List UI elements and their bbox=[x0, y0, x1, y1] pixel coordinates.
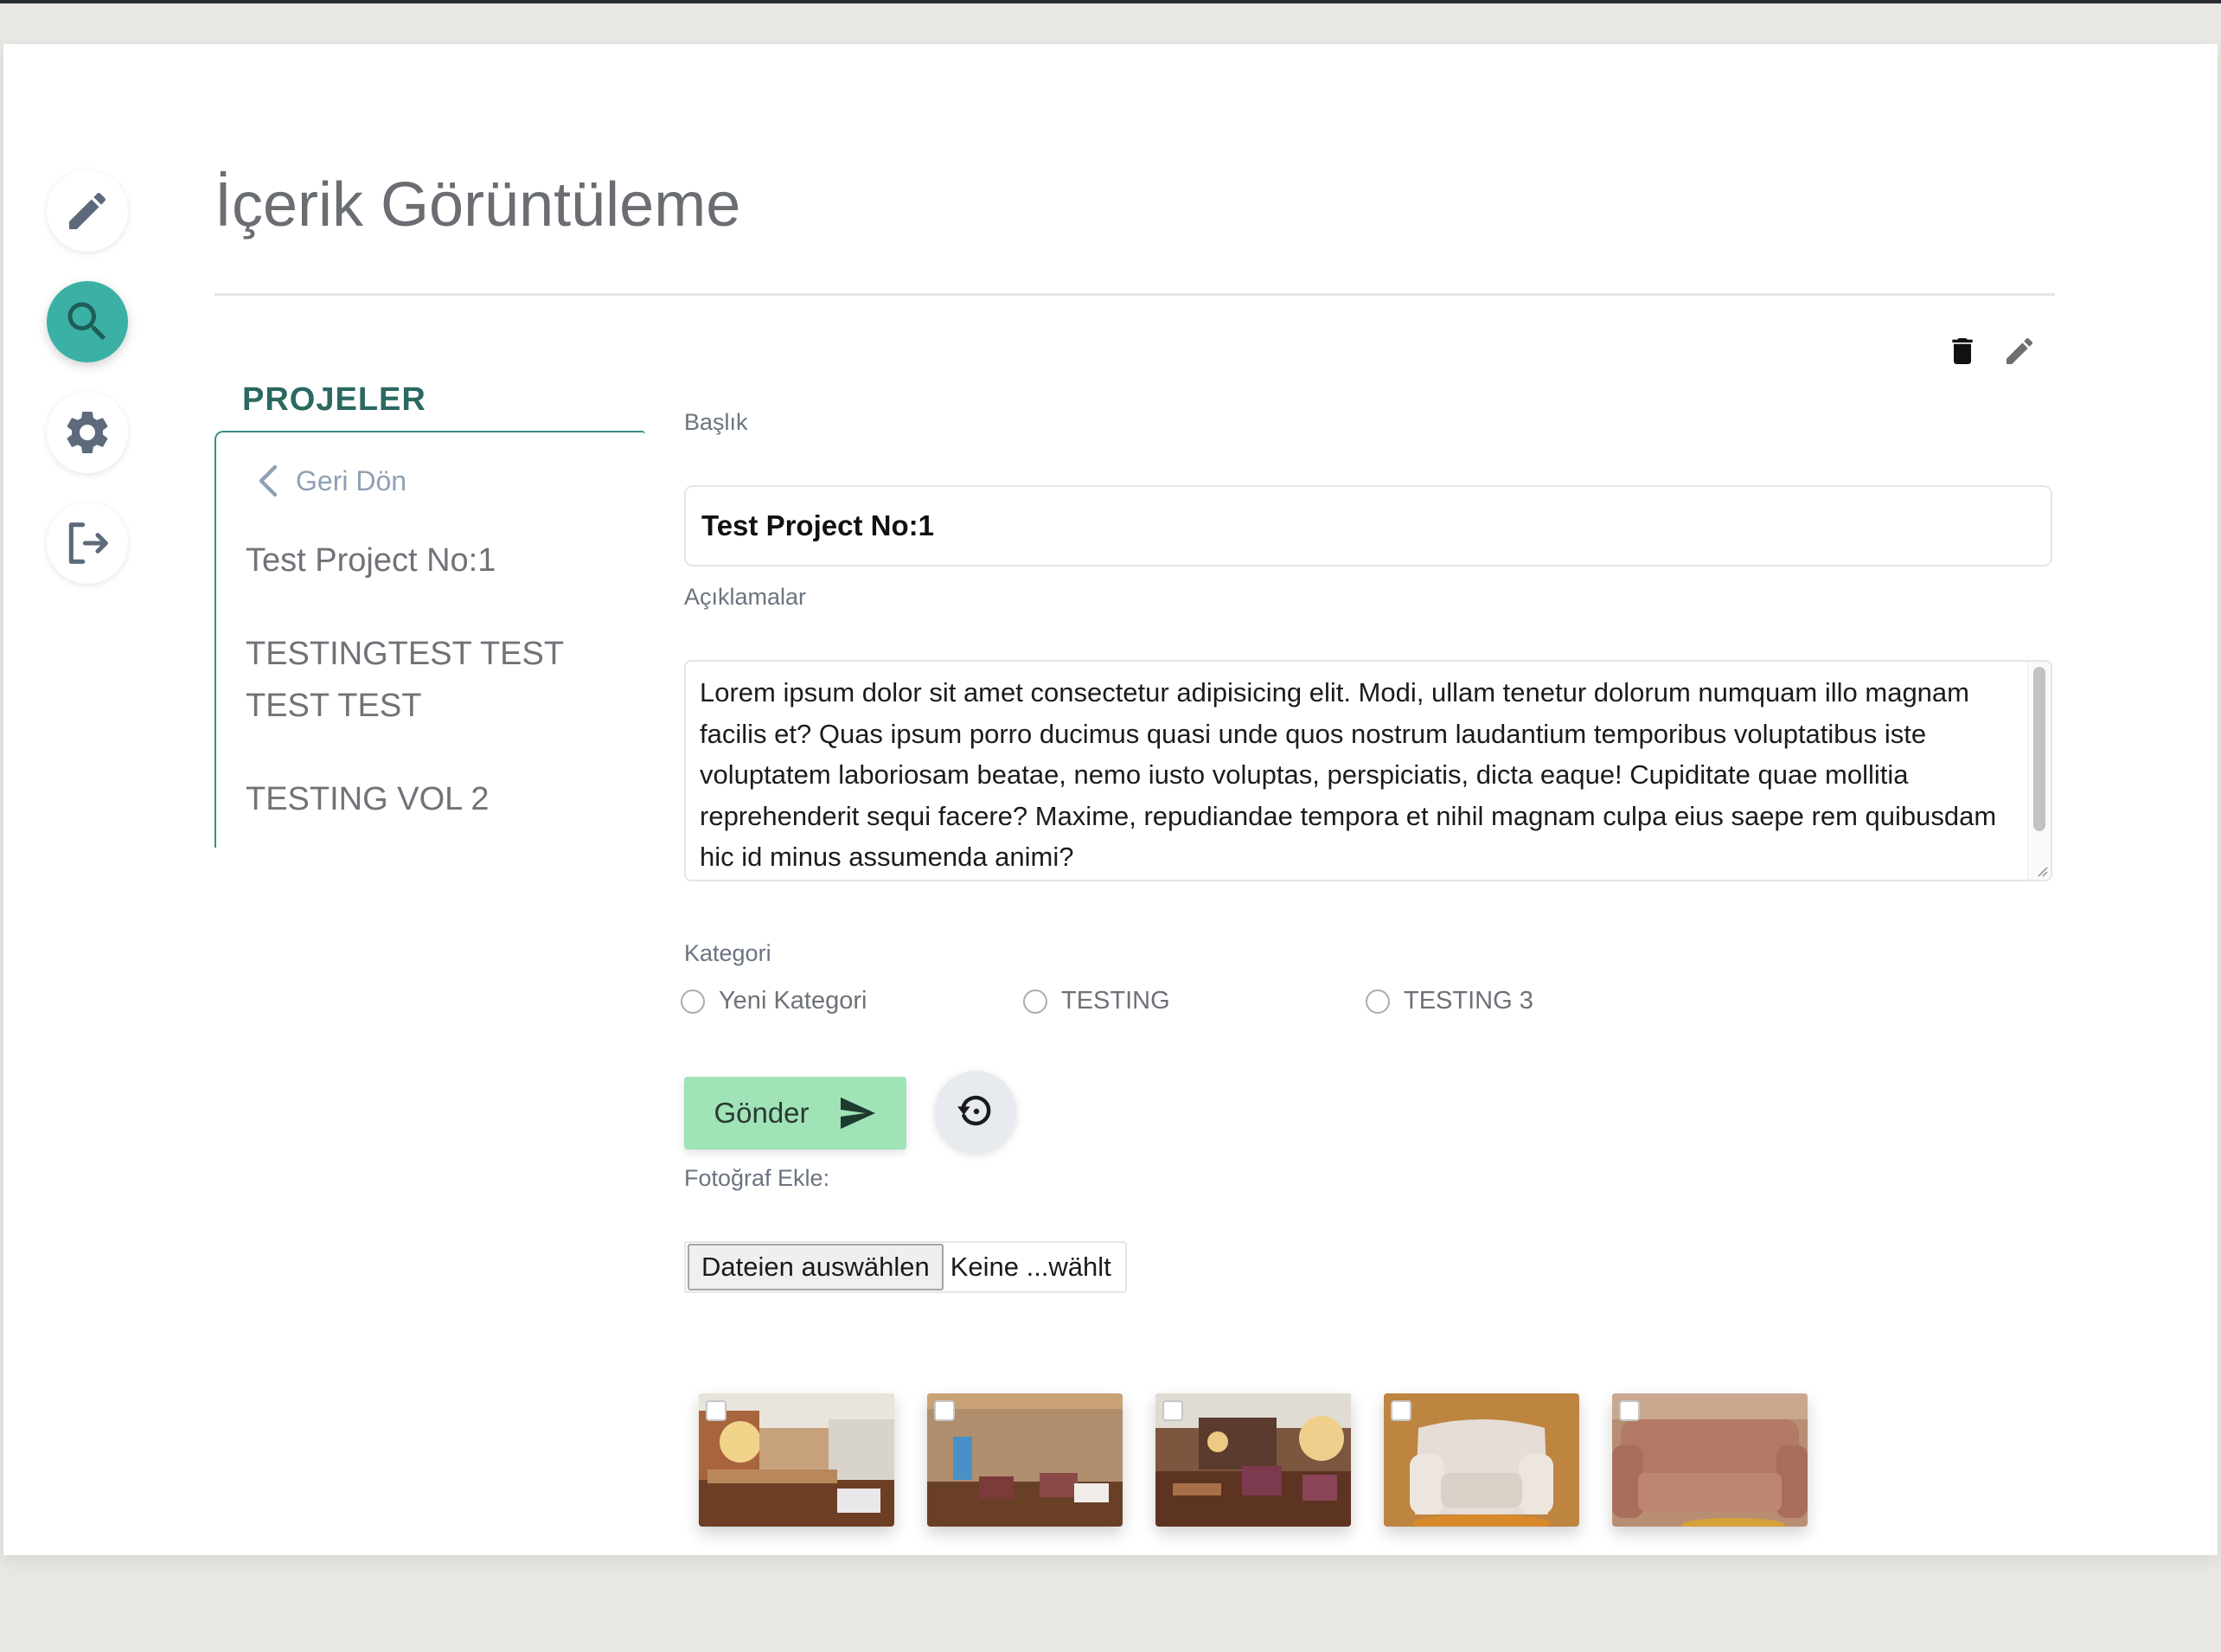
sidebar-edit-button[interactable] bbox=[47, 170, 128, 252]
back-label: Geri Dön bbox=[296, 464, 407, 496]
logout-icon bbox=[68, 522, 108, 564]
photo-thumbnail[interactable] bbox=[1612, 1393, 1808, 1527]
project-item[interactable]: Test Project No:1 bbox=[246, 535, 626, 586]
category-option-label: TESTING 3 bbox=[1404, 987, 1533, 1015]
category-option-label: Yeni Kategori bbox=[719, 987, 867, 1015]
photo-thumbnail[interactable] bbox=[1155, 1393, 1351, 1527]
pencil-icon bbox=[69, 192, 106, 229]
trash-icon bbox=[1952, 338, 1973, 364]
photo-checkbox[interactable] bbox=[934, 1400, 955, 1421]
category-label: Kategori bbox=[684, 940, 771, 966]
description-textarea[interactable]: Lorem ipsum dolor sit amet consectetur a… bbox=[684, 660, 2052, 881]
resize-grip-icon[interactable] bbox=[2033, 862, 2049, 878]
scrollbar-thumb[interactable] bbox=[2033, 667, 2045, 831]
lobby-lounge-photo bbox=[1155, 1393, 1351, 1527]
main-card: İçerik Görüntüleme PROJELER Geri Dön Tes… bbox=[3, 44, 2218, 1555]
sidebar-settings-button[interactable] bbox=[47, 392, 128, 473]
sofa-photo bbox=[1612, 1393, 1808, 1527]
photo-checkbox[interactable] bbox=[706, 1400, 726, 1421]
gear-icon bbox=[67, 411, 108, 453]
photo-thumbnail[interactable] bbox=[927, 1393, 1123, 1527]
title-label: Başlık bbox=[684, 409, 748, 435]
history-reset-icon bbox=[957, 1095, 991, 1126]
lobby-photo bbox=[699, 1393, 894, 1527]
category-option-label: TESTING bbox=[1061, 987, 1170, 1015]
radio-button[interactable] bbox=[1023, 989, 1047, 1014]
projects-panel: Geri Dön Test Project No:1 TESTINGTEST T… bbox=[214, 431, 645, 848]
chevron-left-icon bbox=[259, 464, 278, 497]
project-item[interactable]: TESTINGTEST TEST TEST TEST bbox=[246, 628, 626, 732]
photo-checkbox[interactable] bbox=[1619, 1400, 1640, 1421]
edit-button[interactable] bbox=[1998, 330, 2041, 373]
project-item[interactable]: TESTING VOL 2 bbox=[246, 773, 626, 825]
sidebar-search-button[interactable] bbox=[47, 281, 128, 362]
photo-checkbox[interactable] bbox=[1391, 1400, 1411, 1421]
submit-label: Gönder bbox=[714, 1097, 810, 1129]
search-icon bbox=[67, 302, 106, 341]
photo-checkbox[interactable] bbox=[1162, 1400, 1183, 1421]
description-text: Lorem ipsum dolor sit amet consectetur a… bbox=[700, 677, 1997, 872]
delete-button[interactable] bbox=[1941, 330, 1984, 373]
category-option[interactable]: Yeni Kategori bbox=[681, 987, 867, 1015]
title-input[interactable] bbox=[684, 485, 2052, 567]
radio-button[interactable] bbox=[1366, 989, 1390, 1014]
description-label: Açıklamalar bbox=[684, 584, 807, 610]
back-button[interactable]: Geri Dön bbox=[256, 464, 406, 498]
lounge-photo bbox=[927, 1393, 1123, 1527]
file-status: Keine ...wählt bbox=[950, 1252, 1111, 1282]
category-option[interactable]: TESTING bbox=[1023, 987, 1170, 1015]
photo-label: Fotoğraf Ekle: bbox=[684, 1165, 830, 1191]
sidebar-logout-button[interactable] bbox=[47, 503, 128, 584]
window-top-border bbox=[0, 0, 2221, 3]
radio-button[interactable] bbox=[681, 989, 705, 1014]
title-divider bbox=[214, 293, 2055, 296]
file-choose-button[interactable]: Dateien auswählen bbox=[688, 1244, 944, 1290]
file-upload[interactable]: Dateien auswählen Keine ...wählt bbox=[684, 1241, 1127, 1293]
page-title: İçerik Görüntüleme bbox=[214, 170, 741, 240]
projects-heading: PROJELER bbox=[242, 381, 426, 418]
pencil-icon bbox=[2007, 337, 2033, 364]
submit-button[interactable]: Gönder bbox=[684, 1077, 906, 1149]
photo-thumbnail[interactable] bbox=[1384, 1393, 1579, 1527]
send-icon bbox=[840, 1097, 875, 1130]
photo-thumbnail[interactable] bbox=[699, 1393, 894, 1527]
textarea-scrollbar[interactable] bbox=[2027, 662, 2051, 880]
armchair-photo bbox=[1384, 1393, 1579, 1527]
category-option[interactable]: TESTING 3 bbox=[1366, 987, 1533, 1015]
reset-button[interactable] bbox=[935, 1071, 1016, 1152]
